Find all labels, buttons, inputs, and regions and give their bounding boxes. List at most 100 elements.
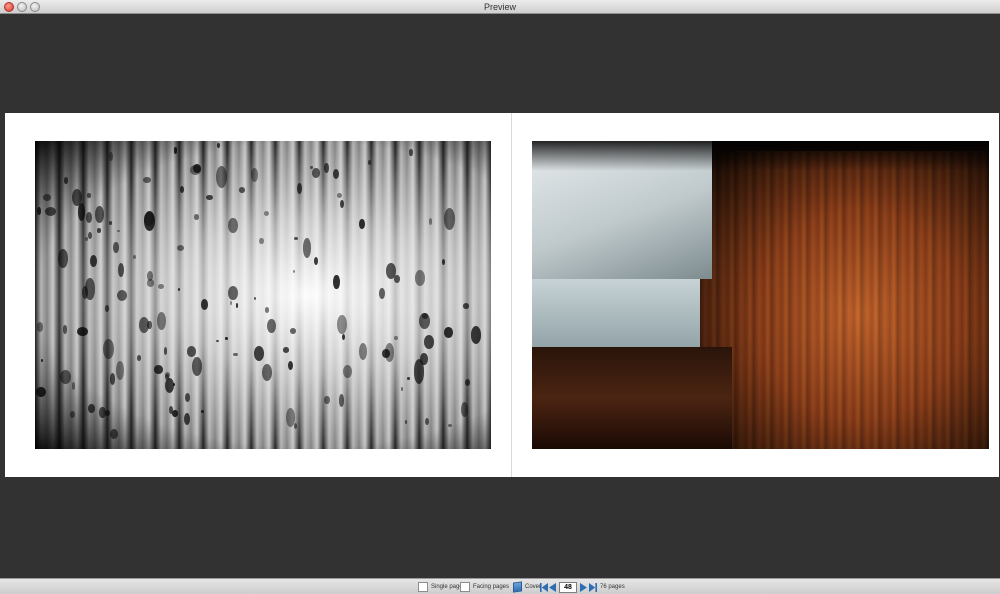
rust-speck bbox=[36, 207, 41, 216]
rust-speck bbox=[441, 258, 445, 265]
rust-speck bbox=[40, 358, 44, 362]
rust-speck bbox=[200, 298, 209, 310]
rust-speck bbox=[86, 193, 92, 198]
rust-speck bbox=[253, 346, 264, 361]
top-shadow bbox=[532, 141, 989, 171]
rust-speck bbox=[64, 177, 69, 185]
rust-speck bbox=[419, 352, 429, 365]
rust-speck bbox=[147, 320, 152, 330]
rust-speck bbox=[163, 346, 168, 355]
rust-speck bbox=[109, 373, 116, 385]
rust-speck bbox=[109, 428, 118, 439]
rust-speck bbox=[102, 338, 114, 359]
rust-speck bbox=[324, 163, 329, 173]
rust-speck bbox=[303, 238, 312, 258]
rust-speck bbox=[359, 218, 365, 230]
previous-page-icon[interactable] bbox=[549, 582, 557, 592]
rust-speck bbox=[109, 151, 114, 161]
rust-speck bbox=[341, 333, 346, 341]
rust-speck bbox=[312, 167, 320, 178]
rust-speck bbox=[292, 269, 295, 273]
total-pages-label: 76 pages bbox=[600, 584, 625, 590]
rust-speck bbox=[94, 206, 104, 223]
rust-speck bbox=[333, 274, 340, 290]
rust-speck bbox=[89, 254, 97, 267]
rust-speck bbox=[113, 241, 120, 254]
rust-speck bbox=[409, 149, 413, 156]
rust-speck bbox=[227, 285, 239, 300]
rust-speck bbox=[99, 406, 106, 419]
rust-speck bbox=[172, 410, 178, 417]
lower-metal-plate bbox=[532, 279, 700, 347]
next-page-icon[interactable] bbox=[580, 582, 588, 592]
rust-speck bbox=[57, 248, 68, 269]
first-page-icon[interactable] bbox=[539, 582, 548, 592]
rust-speck bbox=[386, 263, 396, 279]
rust-speck bbox=[36, 386, 47, 398]
rust-speck bbox=[173, 147, 178, 154]
rust-speck bbox=[400, 387, 403, 391]
rust-speck bbox=[87, 403, 95, 414]
rust-speck bbox=[368, 160, 372, 165]
spread-divider bbox=[511, 113, 512, 477]
rust-speck bbox=[70, 411, 76, 419]
rust-speck bbox=[283, 347, 290, 353]
rust-speck bbox=[266, 319, 276, 334]
rust-speck bbox=[448, 424, 452, 428]
rust-speck bbox=[85, 278, 95, 300]
preview-window: Preview Single page Facing pages Cover 4… bbox=[0, 0, 1000, 594]
facing-pages-checkbox[interactable] bbox=[460, 582, 470, 592]
rust-speck bbox=[77, 202, 86, 222]
rust-speck bbox=[415, 269, 426, 286]
page-number-input[interactable]: 48 bbox=[559, 581, 577, 593]
facing-pages-option[interactable]: Facing pages bbox=[460, 581, 509, 593]
window-title: Preview bbox=[483, 2, 516, 12]
rust-speck bbox=[216, 339, 220, 343]
rust-speck bbox=[201, 410, 204, 414]
rust-speck bbox=[343, 364, 353, 379]
single-page-checkbox[interactable] bbox=[418, 582, 428, 592]
rust-speck bbox=[251, 168, 259, 182]
cover-option[interactable]: Cover bbox=[513, 581, 541, 593]
rust-speck bbox=[60, 370, 72, 384]
rust-speck bbox=[297, 182, 302, 194]
rust-speck bbox=[85, 212, 93, 224]
rust-speck bbox=[394, 336, 398, 340]
rust-speck bbox=[406, 377, 411, 381]
rust-speck bbox=[235, 302, 239, 308]
rust-speck bbox=[338, 394, 345, 407]
rust-speck bbox=[263, 210, 270, 216]
rust-speck bbox=[465, 378, 471, 386]
rust-speck bbox=[71, 382, 75, 390]
rust-speck bbox=[158, 283, 165, 290]
rust-speck bbox=[259, 237, 264, 244]
rust-speck bbox=[288, 360, 294, 371]
rust-speck bbox=[261, 363, 272, 381]
rust-speck bbox=[418, 312, 430, 330]
rust-speck bbox=[42, 194, 51, 201]
rust-speck bbox=[77, 326, 88, 336]
rust-speck bbox=[233, 352, 238, 357]
left-page-photo bbox=[35, 141, 491, 449]
preview-area[interactable] bbox=[0, 14, 1000, 580]
rust-speck bbox=[216, 166, 227, 189]
single-page-option[interactable]: Single page bbox=[418, 581, 463, 593]
rust-speck bbox=[264, 307, 270, 313]
rust-speck bbox=[217, 143, 221, 149]
rust-speck bbox=[425, 417, 430, 426]
rust-speck bbox=[36, 321, 43, 332]
last-page-icon[interactable] bbox=[588, 582, 597, 592]
rust-speck bbox=[156, 311, 166, 330]
rust-speck bbox=[193, 214, 199, 220]
title-bar[interactable]: Preview bbox=[0, 0, 1000, 14]
cover-icon bbox=[513, 581, 522, 593]
rust-speck bbox=[337, 314, 347, 334]
page-spread bbox=[5, 113, 999, 477]
rust-speck bbox=[444, 327, 453, 338]
page-navigator: 48 76 pages bbox=[539, 581, 625, 593]
rust-speck bbox=[359, 342, 368, 360]
rust-speck bbox=[225, 336, 229, 341]
rust-speck bbox=[429, 218, 433, 225]
rust-speck bbox=[192, 357, 203, 376]
rust-speck bbox=[460, 401, 469, 417]
